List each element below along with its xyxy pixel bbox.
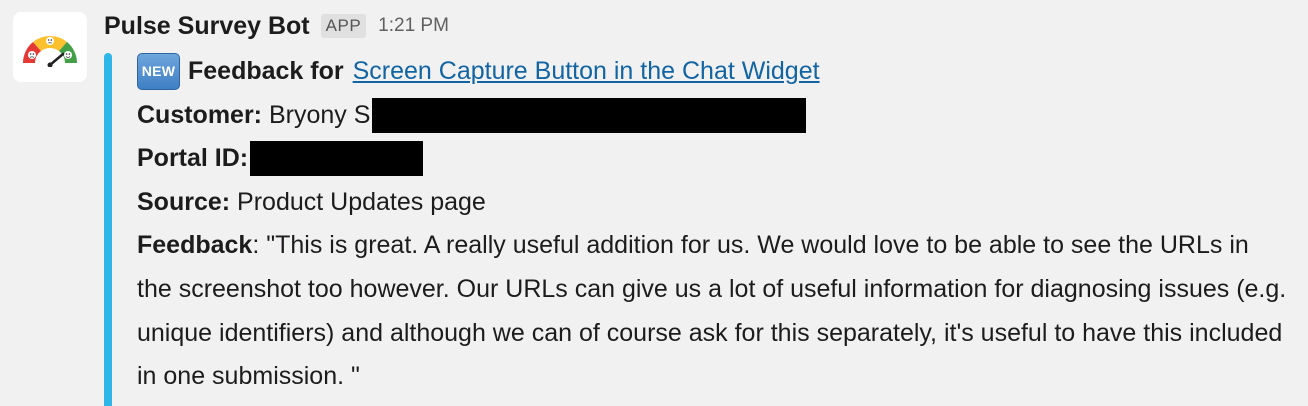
message-header: Pulse Survey Bot APP 1:21 PM <box>104 8 449 44</box>
source-label: Source: <box>137 187 231 216</box>
customer-line: Customer: Bryony S <box>137 94 1297 138</box>
message-timestamp[interactable]: 1:21 PM <box>378 15 449 37</box>
title-line: NEW Feedback for Screen Capture Button i… <box>137 50 1297 94</box>
customer-label: Customer: <box>137 100 263 129</box>
feedback-line: Feedback: "This is great. A really usefu… <box>137 224 1287 398</box>
redaction-box <box>372 97 807 133</box>
feedback-label: Feedback <box>137 231 253 260</box>
source-value: Product Updates page <box>237 187 486 216</box>
redaction-box <box>250 141 424 177</box>
bot-avatar[interactable] <box>13 12 87 82</box>
feedback-value: : "This is great. A really useful additi… <box>137 231 1287 391</box>
portal-label: Portal ID: <box>137 144 249 173</box>
feature-link[interactable]: Screen Capture Button in the Chat Widget <box>353 50 820 94</box>
customer-value: Bryony S <box>268 100 371 129</box>
portal-line: Portal ID: <box>137 137 1297 181</box>
survey-gauge-faces-icon <box>22 35 78 67</box>
source-line: Source: Product Updates page <box>137 181 1297 225</box>
chat-message: Pulse Survey Bot APP 1:21 PM NEW Feedbac… <box>0 0 1308 406</box>
app-badge: APP <box>320 14 367 38</box>
title-prefix: Feedback for <box>188 57 344 85</box>
message-body: NEW Feedback for Screen Capture Button i… <box>137 50 1297 399</box>
bot-name[interactable]: Pulse Survey Bot <box>104 12 310 41</box>
attachment-accent-bar <box>104 53 112 406</box>
new-badge-icon: NEW <box>137 53 180 91</box>
